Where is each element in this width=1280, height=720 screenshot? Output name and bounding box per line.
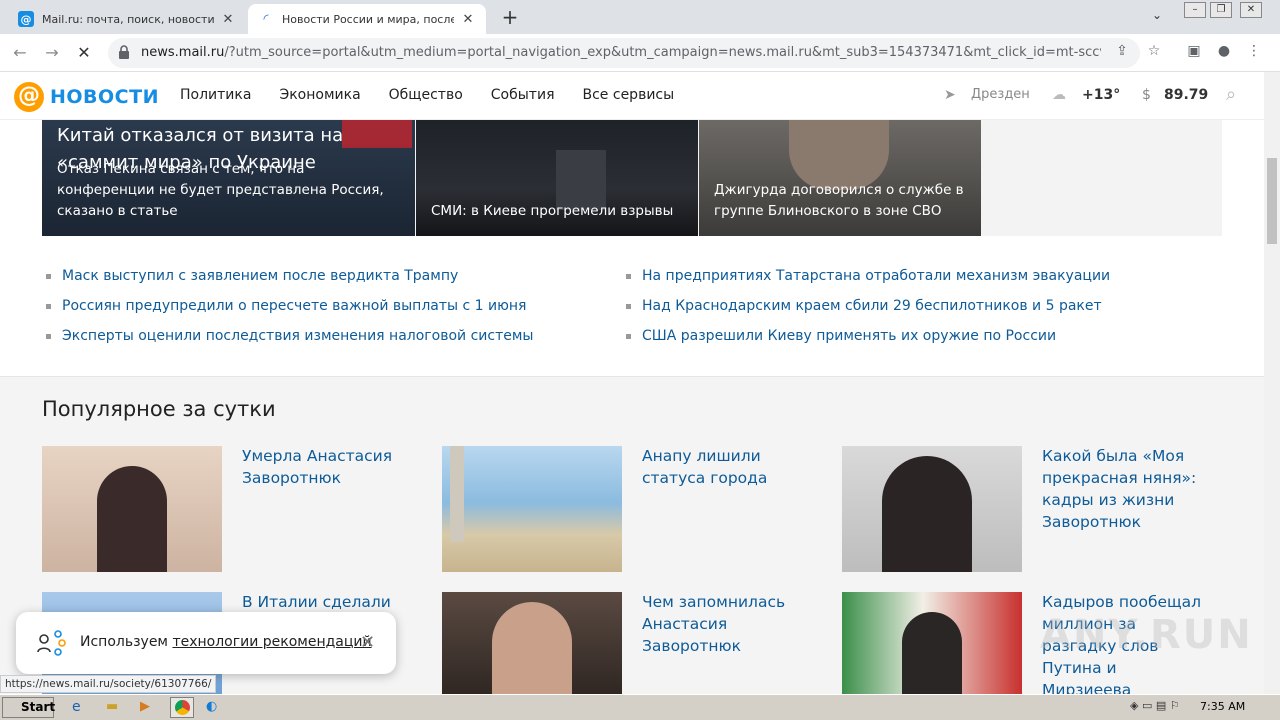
ie-icon[interactable]: e — [72, 699, 81, 715]
maximize-icon[interactable]: ❐ — [1210, 2, 1232, 18]
nav-politics[interactable]: Политика — [180, 87, 251, 103]
news-links-left: Маск выступил с заявлением после вердикт… — [42, 264, 533, 354]
article-image[interactable] — [442, 592, 622, 696]
status-url: https://news.mail.ru/society/61307766/ — [0, 675, 217, 693]
section-heading: Популярное за сутки — [42, 397, 276, 421]
news-link[interactable]: На предприятиях Татарстана отработали ме… — [622, 264, 1110, 294]
news-link[interactable]: Маск выступил с заявлением после вердикт… — [42, 264, 533, 294]
tab-search-chevron-icon[interactable]: ⌄ — [1152, 8, 1162, 22]
article-title[interactable]: Анапу лишили статуса города — [642, 445, 802, 489]
news-caption: Джигурда договорился о службе в группе Б… — [714, 182, 964, 219]
news-card-china[interactable]: Китай отказался от визита на «саммит мир… — [42, 120, 415, 236]
bookmark-star-icon[interactable]: ☆ — [1144, 43, 1164, 63]
nav-all-services[interactable]: Все сервисы — [583, 87, 675, 103]
tab-news[interactable]: ◜ Новости России и мира, последние ✕ — [248, 4, 486, 34]
article-title[interactable]: В Италии сделали — [242, 591, 402, 613]
recommendation-toast: Используем технологии рекомендаций ✕ — [16, 612, 396, 674]
browser-toolbar: ← → ✕ news.mail.ru/?utm_source=portal&ut… — [0, 34, 1280, 72]
scrollbar[interactable] — [1264, 72, 1280, 694]
mail-logo-icon: @ — [14, 82, 44, 112]
news-card-kyiv[interactable]: СМИ: в Киеве прогремели взрывы — [416, 120, 698, 236]
new-tab-button[interactable]: + — [498, 6, 522, 30]
tab-title: Mail.ru: почта, поиск, новости, пр — [42, 12, 214, 26]
edge-icon[interactable]: ◐ — [206, 699, 217, 714]
news-caption: Отказ Пекина связан с тем, что на конфер… — [57, 161, 384, 219]
side-panel-icon[interactable]: ▣ — [1184, 43, 1204, 63]
currency-symbol: $ — [1142, 87, 1151, 103]
currency-rate[interactable]: 89.79 — [1164, 87, 1208, 103]
location-arrow-icon: ➤ — [944, 87, 956, 103]
logo[interactable]: @ НОВОСТИ — [14, 82, 159, 112]
lock-icon — [119, 45, 129, 59]
nav-economy[interactable]: Экономика — [279, 87, 360, 103]
tray-icons: ◈ ▭ ▤ ⚐ — [1130, 699, 1180, 712]
chrome-icon — [175, 700, 190, 715]
location-label[interactable]: Дрезден — [971, 87, 1030, 102]
minimize-icon[interactable]: – — [1184, 2, 1206, 18]
tab-title: Новости России и мира, последние — [282, 12, 454, 26]
close-tab-icon[interactable]: ✕ — [220, 12, 236, 27]
news-link[interactable]: Над Краснодарским краем сбили 29 беспило… — [622, 294, 1110, 324]
tab-strip: @ Mail.ru: почта, поиск, новости, пр ✕ ◜… — [0, 0, 1280, 34]
article-image[interactable] — [842, 446, 1022, 572]
stop-icon[interactable]: ✕ — [72, 41, 96, 65]
toast-link[interactable]: технологии рекомендаций — [172, 634, 371, 650]
article-title[interactable]: Умерла Анастасия Заворотнюк — [242, 445, 402, 489]
top-news: Китай отказался от визита на «саммит мир… — [42, 120, 1222, 236]
article-image[interactable] — [442, 446, 622, 572]
close-window-icon[interactable]: ✕ — [1240, 2, 1262, 18]
close-tab-icon[interactable]: ✕ — [460, 12, 476, 27]
cloud-icon: ☁ — [1052, 87, 1066, 103]
back-icon[interactable]: ← — [8, 41, 32, 65]
taskbar: Start e ▬ ▶ ◐ ◈ ▭ ▤ ⚐ 7:35 AM — [0, 694, 1280, 720]
media-icon[interactable]: ▶ — [140, 699, 150, 714]
url-text: news.mail.ru/?utm_source=portal&utm_medi… — [141, 45, 1101, 60]
close-icon[interactable]: ✕ — [360, 632, 375, 653]
chrome-taskbar-button[interactable] — [170, 697, 194, 718]
weather-temp[interactable]: +13° — [1082, 87, 1120, 103]
nav-events[interactable]: События — [491, 87, 555, 103]
tab-mail[interactable]: @ Mail.ru: почта, поиск, новости, пр ✕ — [8, 4, 246, 34]
news-caption: СМИ: в Киеве прогремели взрывы — [431, 203, 674, 219]
main-nav: Политика Экономика Общество События Все … — [180, 87, 702, 103]
site-header: @ НОВОСТИ Политика Экономика Общество Со… — [0, 72, 1264, 120]
profile-icon[interactable]: ● — [1214, 43, 1234, 63]
mail-favicon-icon: @ — [18, 11, 34, 27]
watermark: ANY.RUN — [1040, 612, 1253, 658]
scrollbar-thumb[interactable] — [1267, 158, 1277, 244]
article-title[interactable]: Какой была «Моя прекрасная няня»: кадры … — [1042, 445, 1202, 533]
news-link[interactable]: Эксперты оценили последствия изменения н… — [42, 324, 533, 354]
clock: 7:35 AM — [1200, 700, 1246, 713]
share-icon[interactable]: ⇪ — [1112, 43, 1132, 63]
menu-icon[interactable]: ⋮ — [1244, 43, 1264, 63]
article-title[interactable]: Чем запомнилась Анастасия Заворотнюк — [642, 591, 802, 657]
loading-icon: ◜ — [263, 11, 269, 27]
forward-icon[interactable]: → — [40, 41, 64, 65]
news-link[interactable]: США разрешили Киеву применять их оружие … — [622, 324, 1110, 354]
news-card-dzhigurda[interactable]: Джигурда договорился о службе в группе Б… — [699, 120, 981, 236]
toast-text: Используем технологии рекомендаций — [80, 634, 372, 650]
nav-society[interactable]: Общество — [389, 87, 463, 103]
search-icon[interactable]: ⌕ — [1226, 84, 1236, 105]
logo-text: НОВОСТИ — [50, 86, 159, 108]
article-image[interactable] — [42, 446, 222, 572]
start-button[interactable]: Start — [2, 697, 55, 718]
news-links-right: На предприятиях Татарстана отработали ме… — [622, 264, 1110, 354]
folder-icon[interactable]: ▬ — [106, 699, 118, 714]
recommendation-icon — [37, 630, 66, 656]
address-bar[interactable]: news.mail.ru/?utm_source=portal&utm_medi… — [108, 38, 1140, 68]
article-image[interactable] — [842, 592, 1022, 696]
news-link[interactable]: Россиян предупредили о пересчете важной … — [42, 294, 533, 324]
